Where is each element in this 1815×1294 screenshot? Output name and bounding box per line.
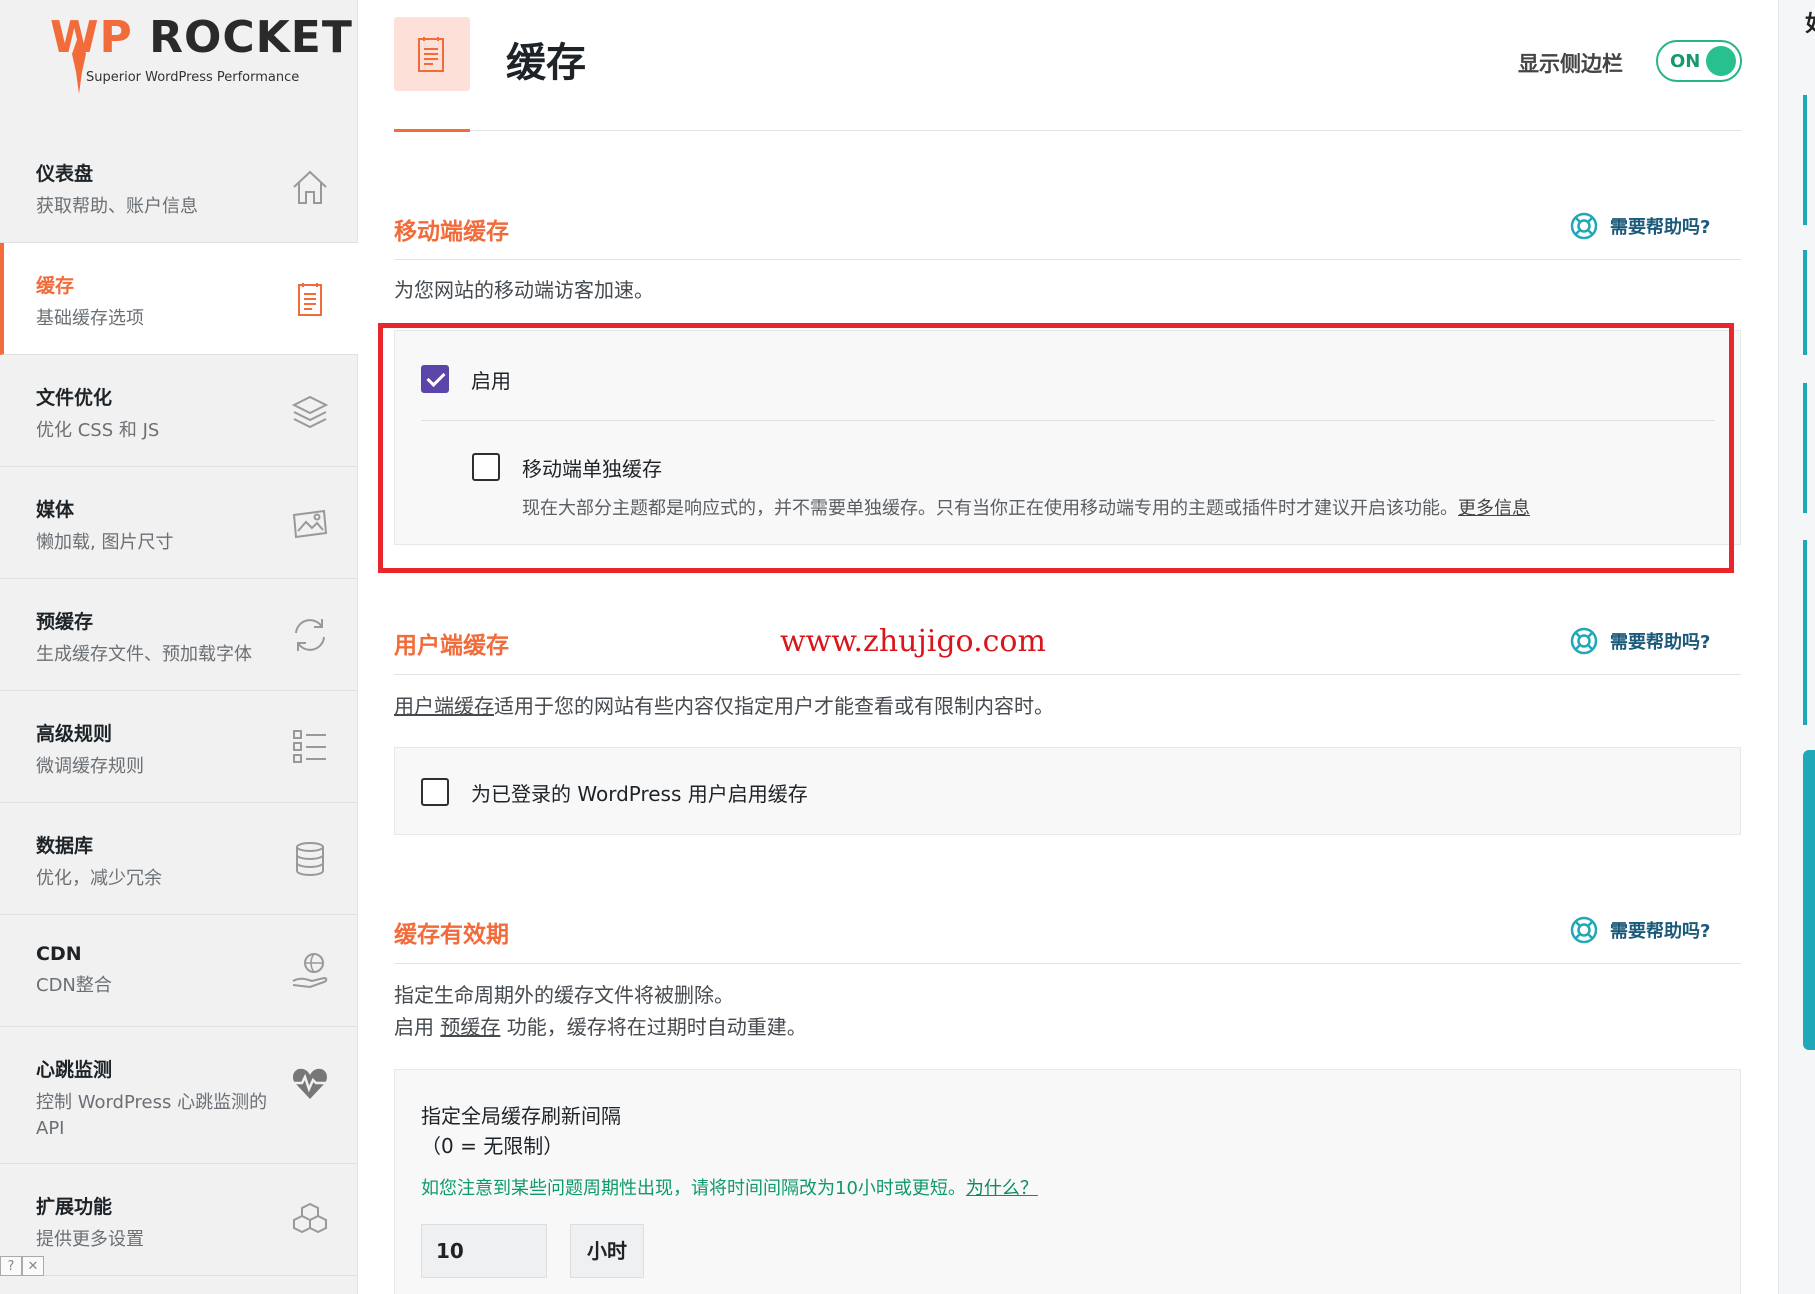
right-panel-bar — [1803, 540, 1807, 725]
mobile-cache-help-link[interactable]: 需要帮助吗? — [1570, 212, 1710, 240]
right-panel-char: 如 — [1805, 6, 1815, 38]
sidebar-item-subtitle: 控制 WordPress 心跳监测的 API — [36, 1092, 268, 1139]
header-divider — [394, 130, 1741, 131]
preload-link[interactable]: 预缓存 — [440, 1015, 500, 1039]
sidebar-item-media[interactable]: 媒体 懒加载, 图片尺寸 — [0, 467, 358, 579]
user-cache-description: 用户端缓存适用于您的网站有些内容仅指定用户才能查看或有限制内容时。 — [394, 690, 1054, 722]
toggle-state: ON — [1670, 51, 1701, 72]
sidebar-item-subtitle: CDN整合 — [36, 975, 112, 996]
layers-icon — [291, 395, 329, 429]
section-divider — [394, 259, 1741, 260]
help-badge-icon[interactable]: ? — [0, 1256, 22, 1276]
sidebar-item-subtitle: 生成缓存文件、预加载字体 — [36, 644, 252, 665]
sidebar-item-dashboard[interactable]: 仪表盘 获取帮助、账户信息 — [0, 131, 358, 243]
cache-lifespan-title: 缓存有效期 — [394, 922, 509, 948]
sidebar-item-cache[interactable]: 缓存 基础缓存选项 — [0, 243, 358, 355]
lifespan-desc-line2: 启用 预缓存 功能，缓存将在过期时自动重建。 — [394, 1011, 807, 1043]
corner-badges: ? ✕ — [0, 1256, 44, 1276]
mobile-cache-title: 移动端缓存 — [394, 219, 509, 245]
logo-tagline: Superior WordPress Performance — [86, 70, 300, 85]
close-badge-icon[interactable]: ✕ — [22, 1256, 44, 1276]
lifespan-note: 如您注意到某些问题周期性出现，请将时间间隔改为10小时或更短。为什么？ — [421, 1174, 1038, 1200]
user-cache-panel: 为已登录的 WordPress 用户启用缓存 — [394, 747, 1741, 835]
rocket-flame-icon — [72, 34, 86, 94]
cache-lifespan-panel: 指定全局缓存刷新间隔 （0 = 无限制） 如您注意到某些问题周期性出现，请将时间… — [394, 1069, 1741, 1294]
cubes-icon — [293, 1202, 327, 1234]
lifespan-desc-post: 功能，缓存将在过期时自动重建。 — [500, 1015, 807, 1039]
sidebar: WP ROCKET Superior WordPress Performance… — [0, 0, 358, 1294]
database-icon — [296, 842, 324, 876]
lifespan-desc-line1: 指定生命周期外的缓存文件将被删除。 — [394, 983, 734, 1007]
lifespan-desc-pre: 启用 — [394, 1015, 441, 1039]
sidebar-item-heartbeat[interactable]: 心跳监测 控制 WordPress 心跳监测的 API — [0, 1027, 358, 1164]
help-label: 需要帮助吗? — [1610, 921, 1711, 942]
right-panel-bar — [1803, 95, 1807, 225]
sidebar-item-preload[interactable]: 预缓存 生成缓存文件、预加载字体 — [0, 579, 358, 691]
lifebuoy-icon — [1570, 627, 1598, 655]
mobile-cache-description: 为您网站的移动端访客加速。 — [394, 278, 654, 302]
sidebar-item-advanced-rules[interactable]: 高级规则 微调缓存规则 — [0, 691, 358, 803]
cache-lifespan-help-link[interactable]: 需要帮助吗? — [1570, 916, 1710, 944]
document-icon — [418, 37, 444, 72]
cache-lifespan-description: 指定生命周期外的缓存文件将被删除。 启用 预缓存 功能，缓存将在过期时自动重建。 — [394, 979, 807, 1043]
toggle-knob — [1706, 46, 1736, 76]
right-panel-bar — [1803, 250, 1807, 355]
help-label: 需要帮助吗? — [1610, 632, 1711, 653]
list-icon — [293, 730, 326, 763]
right-panel-bar — [1803, 383, 1807, 513]
show-sidebar-toggle[interactable]: ON — [1656, 40, 1742, 82]
wp-rocket-logo[interactable]: WP ROCKET Superior WordPress Performance — [50, 12, 352, 94]
logged-in-user-cache-label: 为已登录的 WordPress 用户启用缓存 — [471, 782, 808, 806]
lifebuoy-icon — [1570, 916, 1598, 944]
watermark-text: www.zhujigo.com — [780, 624, 1046, 659]
page-icon — [394, 17, 470, 91]
help-label: 需要帮助吗? — [1610, 217, 1711, 238]
header-accent — [394, 129, 470, 132]
lifespan-field-label: 指定全局缓存刷新间隔 — [421, 1104, 621, 1128]
logo-rocket: ROCKET — [149, 12, 353, 63]
highlight-box — [378, 323, 1734, 573]
image-icon — [292, 509, 328, 539]
sidebar-item-subtitle: 获取帮助、账户信息 — [36, 196, 198, 217]
cdn-hand-icon — [292, 953, 328, 989]
user-cache-help-link[interactable]: 需要帮助吗? — [1570, 627, 1710, 655]
sidebar-item-subtitle: 懒加载, 图片尺寸 — [36, 532, 174, 553]
home-icon — [293, 170, 327, 204]
logged-in-user-cache-checkbox[interactable] — [421, 778, 449, 806]
show-sidebar-label: 显示侧边栏 — [1518, 52, 1623, 76]
logo-wp: WP — [50, 12, 133, 63]
sidebar-item-subtitle: 基础缓存选项 — [36, 308, 144, 329]
sidebar-item-subtitle: 提供更多设置 — [36, 1229, 144, 1250]
sidebar-item-database[interactable]: 数据库 优化，减少冗余 — [0, 803, 358, 915]
lifespan-note-text: 如您注意到某些问题周期性出现，请将时间间隔改为10小时或更短。 — [421, 1178, 966, 1199]
document-icon — [298, 283, 322, 316]
sidebar-item-addons[interactable]: 扩展功能 提供更多设置 — [0, 1164, 358, 1276]
lifespan-value-input[interactable]: 10 — [421, 1224, 547, 1278]
sidebar-item-file-optimization[interactable]: 文件优化 优化 CSS 和 JS — [0, 355, 358, 467]
sidebar-item-subtitle: 微调缓存规则 — [36, 756, 144, 777]
page-title: 缓存 — [506, 40, 586, 86]
lifebuoy-icon — [1570, 212, 1598, 240]
lifespan-field-hint: （0 = 无限制） — [421, 1134, 564, 1158]
sidebar-item-subtitle: 优化，减少冗余 — [36, 868, 162, 889]
right-help-panel — [1778, 0, 1815, 1294]
why-link[interactable]: 为什么？ — [966, 1178, 1038, 1199]
lifespan-unit-select[interactable]: 小时 — [570, 1224, 644, 1278]
main-content: 缓存 显示侧边栏 ON 移动端缓存 需要帮助吗? 为您网站的移动端访客加速。 启… — [358, 0, 1778, 1294]
right-panel-scrollbar[interactable] — [1803, 750, 1815, 1050]
logo-wordmark: WP ROCKET — [50, 12, 353, 63]
sidebar-item-cdn[interactable]: CDN CDN整合 — [0, 915, 358, 1027]
user-cache-desc-text: 适用于您的网站有些内容仅指定用户才能查看或有限制内容时。 — [494, 694, 1054, 718]
sidebar-nav: 仪表盘 获取帮助、账户信息 缓存 基础缓存选项 文件优化 优化 CSS 和 JS… — [0, 131, 358, 1276]
heartbeat-icon — [292, 1068, 328, 1099]
section-divider — [394, 674, 1741, 675]
refresh-icon — [295, 619, 325, 651]
sidebar-item-subtitle: 优化 CSS 和 JS — [36, 420, 160, 441]
user-cache-doc-link[interactable]: 用户端缓存 — [394, 694, 494, 718]
user-cache-title: 用户端缓存 — [394, 633, 509, 659]
section-divider — [394, 963, 1741, 964]
